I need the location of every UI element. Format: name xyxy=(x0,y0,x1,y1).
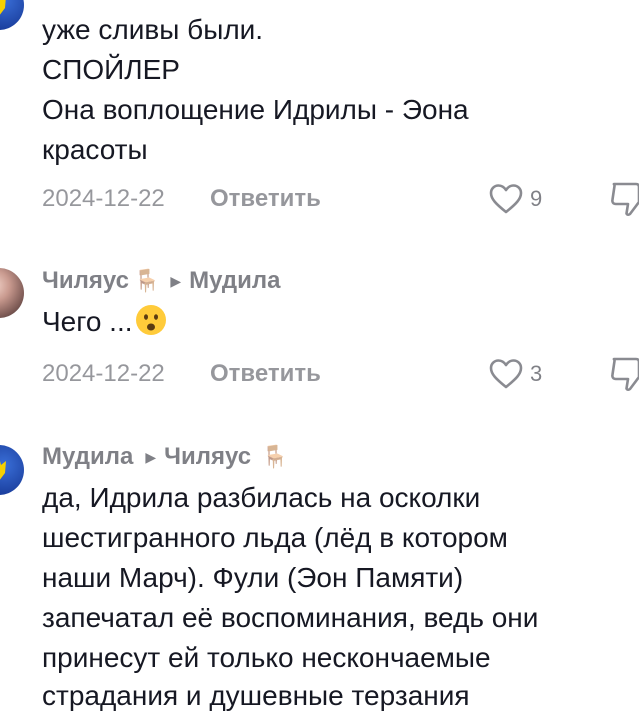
reply-to-name[interactable]: Чиляус xyxy=(164,441,251,473)
chair-emoji: 🪑 xyxy=(261,444,289,469)
trident-emblem-icon xyxy=(0,461,6,480)
comment-date: 2024-12-22 xyxy=(42,185,165,212)
dislike-icon[interactable] xyxy=(608,180,639,218)
caret-right-icon: ▶ xyxy=(145,449,157,465)
like-button[interactable]: 9 xyxy=(488,183,542,215)
comment-text: Чего ... xyxy=(42,302,167,342)
comment-text-line: уже сливы были. xyxy=(42,14,264,45)
like-count: 3 xyxy=(530,361,543,386)
comment-date: 2024-12-22 xyxy=(42,360,165,387)
reply-to-name[interactable]: Мудила xyxy=(189,265,280,297)
comment-text-line: СПОЙЛЕР xyxy=(42,54,180,85)
chair-emoji: 🪑 xyxy=(132,268,161,293)
reply-button[interactable]: Ответить xyxy=(210,183,321,215)
comment-text-line: наши Марч). Фули (Эон Памяти) xyxy=(42,562,464,593)
comment-text-line: Она воплощение Идрилы - Эона xyxy=(42,94,469,125)
reply-button[interactable]: Ответить xyxy=(210,358,321,390)
comment-text-line: шестигранного льда (лёд в котором xyxy=(42,522,508,553)
comment-text-line: принесут ей только нескончаемые xyxy=(42,642,491,673)
comment-text-line: запечатал её воспоминания, ведь они xyxy=(42,602,539,633)
comment-text-line: да, Идрила разбилась на осколки xyxy=(42,482,481,513)
heart-outline-icon xyxy=(489,184,523,214)
avatar[interactable] xyxy=(0,0,24,30)
avatar[interactable] xyxy=(0,268,24,318)
caret-right-icon: ▶ xyxy=(170,273,182,289)
comment-text-content: Чего ... xyxy=(42,306,133,337)
dislike-icon[interactable] xyxy=(608,355,639,393)
heart-outline-icon xyxy=(489,359,523,389)
trident-emblem-icon xyxy=(0,0,6,15)
comment-header: Мудила ▶ Чиляус 🪑 xyxy=(42,441,298,473)
frowning-face-emoji xyxy=(135,305,166,335)
comment-text-line: красоты xyxy=(42,134,148,165)
author-name[interactable]: Мудила xyxy=(42,441,133,473)
comment-text-line: страдания и душевные терзания xyxy=(42,680,470,711)
comment-header: Чиляус 🪑 ▶ Мудила xyxy=(42,265,280,297)
like-count: 9 xyxy=(530,186,543,211)
like-button[interactable]: 3 xyxy=(488,358,542,390)
author-name[interactable]: Чиляус xyxy=(42,265,129,297)
avatar[interactable] xyxy=(0,445,24,495)
